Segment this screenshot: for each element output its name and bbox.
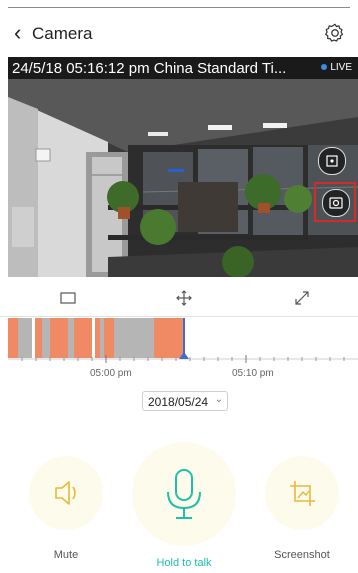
fullscreen-icon[interactable] bbox=[292, 288, 312, 308]
office-scene-image bbox=[8, 79, 358, 277]
timeline-segment bbox=[50, 318, 68, 358]
top-divider bbox=[8, 7, 350, 8]
aspect-ratio-icon[interactable] bbox=[58, 288, 78, 308]
hold-to-talk-label: Hold to talk bbox=[156, 557, 212, 569]
record-button-highlight bbox=[314, 182, 356, 222]
timeline-label: 05:00 pm bbox=[90, 368, 132, 379]
microphone-icon bbox=[167, 469, 201, 519]
timestamp-overlay: 24/5/18 05:16:12 pm China Standard Ti...… bbox=[8, 57, 358, 79]
record-button[interactable] bbox=[322, 189, 350, 217]
timeline-segment bbox=[74, 318, 92, 358]
pan-move-icon[interactable] bbox=[174, 288, 194, 308]
date-value: 2018/05/24 bbox=[148, 395, 209, 409]
live-dot-icon bbox=[321, 64, 328, 70]
screenshot-button[interactable] bbox=[265, 456, 339, 530]
timeline-segment bbox=[8, 318, 18, 358]
back-button[interactable]: ‹ bbox=[14, 22, 21, 44]
header: ‹ Camera bbox=[0, 16, 358, 54]
camera-record-icon bbox=[329, 197, 343, 209]
speaker-icon bbox=[55, 481, 76, 505]
favorite-button[interactable] bbox=[318, 147, 346, 175]
playback-timeline[interactable]: 05:00 pm 05:10 pm bbox=[8, 318, 358, 379]
star-box-icon bbox=[326, 155, 338, 167]
timeline-segment bbox=[18, 318, 32, 358]
mute-label: Mute bbox=[53, 549, 79, 561]
gear-icon[interactable] bbox=[324, 22, 346, 44]
live-indicator: LIVE bbox=[321, 62, 352, 73]
hold-to-talk-button[interactable] bbox=[132, 442, 236, 546]
timeline-segment bbox=[114, 318, 154, 358]
screenshot-label: Screenshot bbox=[274, 549, 330, 561]
camera-video-feed[interactable]: 24/5/18 05:16:12 pm China Standard Ti...… bbox=[8, 57, 358, 277]
playhead-marker-icon bbox=[179, 352, 189, 359]
crop-image-icon bbox=[290, 481, 315, 506]
video-controls bbox=[0, 280, 358, 317]
timestamp-text: 24/5/18 05:16:12 pm China Standard Ti... bbox=[12, 60, 287, 77]
timeline-segment bbox=[35, 318, 42, 358]
chevron-down-icon: ⌄ bbox=[214, 394, 223, 405]
timeline-label: 05:10 pm bbox=[232, 368, 274, 379]
mute-button[interactable] bbox=[29, 456, 103, 530]
timeline-segment bbox=[42, 318, 50, 358]
date-selector[interactable]: 2018/05/24 ⌄ bbox=[142, 391, 228, 411]
page-title: Camera bbox=[32, 24, 93, 43]
live-label: LIVE bbox=[330, 62, 352, 73]
timeline-segment bbox=[104, 318, 114, 358]
